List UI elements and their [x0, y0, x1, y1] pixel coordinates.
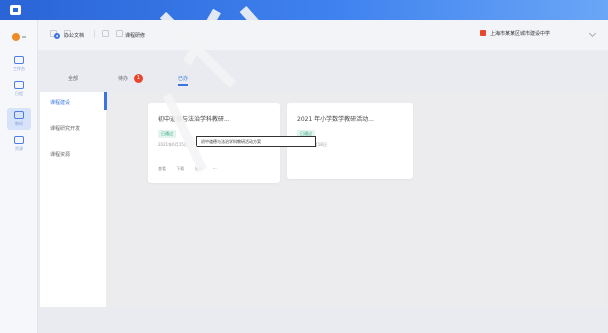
- rail-label: 资源: [15, 146, 23, 151]
- user-menu[interactable]: 上海市某某区城市建设中学: [476, 27, 606, 43]
- left-rail: 工作台 日程 教研 资源: [0, 20, 38, 333]
- card-title[interactable]: 2021 年小学数学教研活动...: [297, 115, 374, 125]
- subnav-done[interactable]: 已办: [178, 72, 189, 86]
- notification-icon: [480, 30, 486, 36]
- tab-label: 课程研修: [125, 33, 146, 39]
- grid-icon: [14, 56, 24, 64]
- download-button[interactable]: 下载: [176, 166, 184, 171]
- tab-label: 办公文档: [64, 33, 85, 39]
- tab-dot-icon: [54, 33, 60, 39]
- chevron-down-icon: [588, 29, 597, 38]
- toolbar-divider: [94, 30, 95, 38]
- home-icon[interactable]: [116, 30, 123, 37]
- pending-count-badge: 1: [134, 74, 143, 83]
- refresh-icon[interactable]: [102, 30, 109, 37]
- card-actions: 查看 下载 分享 ···: [158, 165, 226, 173]
- subnav-pending[interactable]: 待办: [118, 72, 128, 86]
- folder-icon: [14, 136, 24, 144]
- rail-item-resources[interactable]: 资源: [7, 133, 31, 155]
- active-indicator: [104, 92, 107, 110]
- top-toolbar: 上海市某某区城市建设中学: [38, 20, 608, 50]
- rail-label: 教研: [15, 121, 23, 126]
- card-date: 2021年6月15日: [158, 142, 188, 147]
- share-button[interactable]: 分享: [195, 166, 203, 171]
- sidebar-item-course-building[interactable]: 课程建设: [50, 98, 70, 108]
- status-badge: 已通过: [158, 130, 176, 138]
- sub-navigation: 全部 待办 1 已办: [50, 68, 270, 90]
- user-name: 上海市某某区城市建设中学: [490, 31, 551, 37]
- title-tooltip: 初中道德与法治学科教研活动方案: [196, 136, 316, 147]
- more-button[interactable]: ···: [213, 166, 217, 171]
- calendar-icon: [14, 81, 24, 89]
- category-sidebar: 课程建设 课程研究开发 课程资源: [40, 92, 106, 307]
- window-title: [370, 6, 490, 14]
- subnav-all[interactable]: 全部: [68, 72, 78, 86]
- rail-item-schedule[interactable]: 日程: [7, 78, 31, 100]
- rail-item-research[interactable]: 教研: [7, 108, 31, 130]
- rail-label: 日程: [15, 91, 23, 96]
- rail-label: 工作台: [13, 66, 25, 71]
- card-title[interactable]: 初中道德与法治学科教研...: [158, 115, 230, 125]
- rail-item-workbench[interactable]: 工作台: [7, 53, 31, 75]
- sidebar-item-course-resources[interactable]: 课程资源: [50, 150, 70, 160]
- title-bar: [0, 0, 608, 20]
- brand-logo-icon: [12, 32, 26, 42]
- app-logo-icon: [10, 5, 21, 15]
- view-button[interactable]: 查看: [158, 166, 166, 171]
- book-icon: [14, 111, 24, 119]
- sidebar-item-course-research[interactable]: 课程研究开发: [50, 124, 80, 134]
